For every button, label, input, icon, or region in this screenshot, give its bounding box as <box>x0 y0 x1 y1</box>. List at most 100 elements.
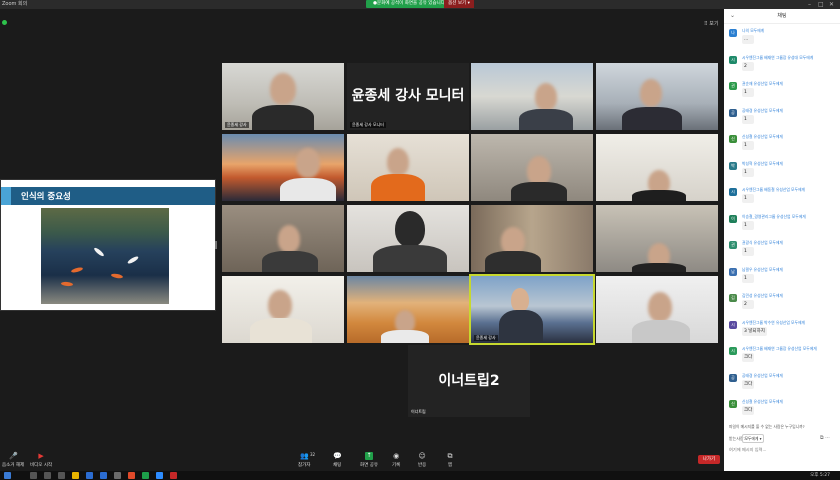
slide-title: 인식의 중요성 <box>21 192 71 202</box>
chat-button[interactable]: 💬 채팅 <box>333 452 342 468</box>
taskbar-app-icon[interactable] <box>170 472 177 479</box>
reactions-button[interactable]: ☺ 반응 <box>418 452 426 468</box>
avatar: 공 <box>729 108 737 117</box>
zoom-taskbar-icon[interactable] <box>156 472 163 479</box>
video-tile[interactable] <box>471 134 593 201</box>
video-tile[interactable] <box>596 205 718 272</box>
taskbar-app-icon[interactable] <box>58 472 65 479</box>
app-title: Zoom 회의 <box>2 1 28 7</box>
taskbar-app-icon[interactable] <box>44 472 51 479</box>
view-options-button[interactable]: 옵션 보기 ▾ <box>444 0 474 8</box>
minimize-icon[interactable]: – <box>808 1 811 8</box>
chat-sender: 신성철 유성산업 모두에게 <box>742 399 783 404</box>
video-tile[interactable] <box>596 276 718 343</box>
apps-icon: ⧉ <box>447 452 453 460</box>
chat-text: 1 <box>742 141 754 150</box>
video-tile[interactable] <box>347 276 469 343</box>
taskbar-app-icon[interactable] <box>142 472 149 479</box>
chat-message: 신 신성철 유성산업 모두에게 크다 <box>729 397 837 423</box>
maximize-icon[interactable]: □ <box>818 1 824 8</box>
share-screen-button[interactable]: ↑ 화면 공유 <box>360 452 378 468</box>
chat-text: 1 <box>742 247 754 256</box>
chat-sender: 공태경 유성산업 모두에게 <box>742 107 783 113</box>
video-tile-active-speaker[interactable]: 윤종세 강사 <box>469 274 595 345</box>
taskbar-app-icon[interactable] <box>114 472 121 479</box>
taskbar-app-icon[interactable] <box>128 472 135 479</box>
taskbar-app-icon[interactable] <box>72 472 79 479</box>
chat-text: 1 <box>742 220 754 230</box>
video-tile[interactable] <box>596 63 718 130</box>
taskbar-app-icon[interactable] <box>30 472 37 479</box>
share-screen-icon: ↑ <box>365 452 373 460</box>
mute-button[interactable]: 🎤 음소거 해제 <box>2 452 24 468</box>
chat-text: 1 <box>742 167 754 177</box>
chat-text: 1 <box>742 114 754 124</box>
chat-message: 나 나의 모두에게... <box>729 26 837 52</box>
video-tile[interactable] <box>347 205 469 272</box>
video-tile[interactable]: 윤종세 강사 모니터 윤종세 강사 모니터 <box>347 63 469 130</box>
chat-message: 권 권광식 유성산업 모두에게 1 <box>729 238 837 264</box>
chat-sender: 공태경 유성산업 모두에게 <box>742 372 783 378</box>
participants-label: 참가자 <box>298 463 311 468</box>
chat-message: 공 공태경 유성산업 모두에게 크다 <box>729 371 837 397</box>
chat-text: 2 <box>742 61 754 71</box>
leave-meeting-button[interactable]: 나가기 <box>698 455 720 464</box>
chat-message: 시 시우엔진그룹 배재연 그룹장 유성산업 모두에게 크다 <box>729 344 837 370</box>
screen-share-banner: ●문화예 공석이 화면을 공유 있습니다 <box>366 0 452 8</box>
security-shield-icon[interactable] <box>2 20 7 25</box>
chat-message: 시 시우엔진그룹 배재연 그룹장 유성대 모두에게 2 <box>729 53 837 79</box>
record-button[interactable]: ◉ 기록 <box>392 452 400 468</box>
split-handle[interactable] <box>215 241 217 249</box>
chat-icon: 💬 <box>333 452 342 460</box>
chevron-down-icon[interactable]: ⌄ <box>730 9 735 23</box>
taskbar-app-icon[interactable] <box>86 472 93 479</box>
mute-label: 음소거 해제 <box>2 463 25 468</box>
chat-message: 공 공태경 유성산업 모두에게 1 <box>729 106 837 132</box>
video-tile[interactable]: 이너트립2 이너트립 <box>408 345 530 417</box>
recipient-select[interactable]: 모두에게 ▾ <box>742 434 764 443</box>
avatar: 시 <box>729 347 737 355</box>
shared-slide: 인식의 중요성 <box>0 179 216 311</box>
chat-more-icon[interactable]: ⧉ ⋯ <box>820 435 830 441</box>
avatar: 권 <box>729 82 737 90</box>
chat-sender: 남필우 유성산업 모두에게 <box>742 266 783 272</box>
video-tile[interactable] <box>347 134 469 201</box>
chat-sender: 권순재 유성산업 모두에게 <box>742 81 783 86</box>
video-tile[interactable] <box>471 63 593 130</box>
close-icon[interactable]: ✕ <box>829 1 834 8</box>
slide-accent <box>1 187 11 205</box>
os-taskbar: 오후 5:27 <box>0 471 840 480</box>
meeting-toolbar: 🎤 음소거 해제 ▶ 비디오 시작 👥 참가자 32 💬 채팅 ↑ 화면 공유 … <box>0 449 724 471</box>
video-tile[interactable] <box>471 205 593 272</box>
avatar: 공 <box>729 373 737 382</box>
koi-fish <box>110 272 124 280</box>
apps-label: 앱 <box>447 463 453 468</box>
taskbar-app-icon[interactable] <box>100 472 107 479</box>
chat-input[interactable] <box>729 443 835 455</box>
video-tile[interactable] <box>596 134 718 201</box>
avatar: 남 <box>729 267 737 276</box>
chat-panel: 채팅 ⌄ 나 나의 모두에게... 시 시우엔진그룹 배재연 그룹장 유성대 모두에게… <box>724 9 840 471</box>
chat-text: 1 <box>742 194 754 203</box>
chat-sender: 나의 모두에게 <box>742 28 765 33</box>
chat-sender: 권광식 유성산업 모두에게 <box>742 240 783 245</box>
chat-text: 크다 <box>742 406 755 415</box>
chat-sender: 이승철_경영관리그룹 유성산업 모두에게 <box>742 213 806 219</box>
system-clock: 오후 5:27 <box>810 473 830 478</box>
koi-fish <box>126 255 140 265</box>
participants-button[interactable]: 👥 참가자 <box>298 452 310 468</box>
chat-text: ... <box>742 35 754 44</box>
chat-label: 채팅 <box>333 463 342 468</box>
start-menu-icon[interactable] <box>4 472 11 479</box>
apps-button[interactable]: ⧉ 앱 <box>446 452 454 468</box>
participants-icon: 👥 <box>300 452 309 460</box>
video-tile[interactable] <box>222 276 344 343</box>
video-tile[interactable]: 윤종세 강사 <box>222 63 344 130</box>
avatar: 신 <box>729 135 737 143</box>
start-video-button[interactable]: ▶ 비디오 시작 <box>30 452 52 468</box>
avatar: 권 <box>729 241 737 249</box>
view-button[interactable]: ⠿ 보기 <box>704 20 718 27</box>
video-tile[interactable] <box>222 205 344 272</box>
video-tile[interactable] <box>222 134 344 201</box>
chat-message: 시 시우엔진그룹 박수연 유성산업 모두에게 3 넣되하지 <box>729 318 837 344</box>
